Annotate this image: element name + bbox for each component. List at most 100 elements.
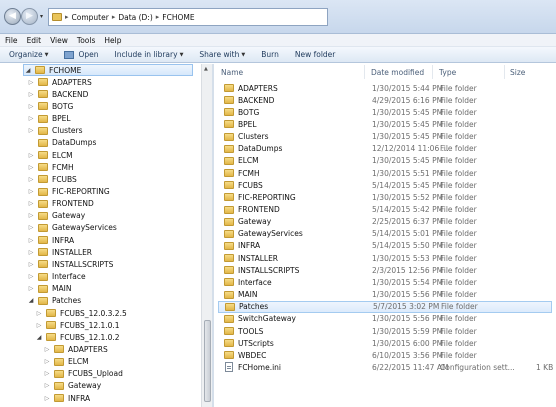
expand-arrow-icon[interactable]: ▷ (27, 176, 35, 183)
collapse-arrow-icon[interactable]: ◢ (27, 297, 35, 304)
tree-item[interactable]: ▷ INSTALLER (27, 246, 92, 258)
file-row[interactable]: MAIN 1/30/2015 5:56 PM File folder (218, 289, 552, 301)
menu-file[interactable]: File (5, 36, 18, 45)
tree-item[interactable]: ▷ Interface (27, 271, 86, 283)
file-row[interactable]: ADAPTERS 1/30/2015 5:44 PM File folder (218, 82, 552, 94)
tree-item[interactable]: ▷ BOTG (27, 100, 74, 112)
expand-arrow-icon[interactable]: ▷ (27, 164, 35, 171)
column-header-size[interactable]: Size (510, 64, 525, 80)
expand-arrow-icon[interactable]: ▷ (43, 395, 51, 402)
expand-arrow-icon[interactable]: ▷ (27, 261, 35, 268)
forward-button[interactable]: ▶ (21, 8, 38, 25)
menu-edit[interactable]: Edit (27, 36, 42, 45)
file-row[interactable]: INSTALLER 1/30/2015 5:53 PM File folder (218, 252, 552, 264)
expand-arrow-icon[interactable]: ▷ (27, 224, 35, 231)
tree-item[interactable]: ▷ FCMH (27, 161, 74, 173)
expand-arrow-icon[interactable]: ▷ (27, 200, 35, 207)
breadcrumb-data-drive[interactable]: Data (D:) (118, 13, 152, 22)
column-separator[interactable] (364, 65, 365, 79)
recent-pages-dropdown-icon[interactable]: ▾ (40, 13, 43, 20)
column-separator[interactable] (504, 65, 505, 79)
chevron-right-icon[interactable]: ▸ (156, 13, 160, 21)
tree-item[interactable]: ▷ MAIN (27, 283, 72, 295)
expand-arrow-icon[interactable]: ▷ (27, 237, 35, 244)
file-row[interactable]: Interface 1/30/2015 5:54 PM File folder (218, 276, 552, 288)
file-row[interactable]: INFRA 5/14/2015 5:50 PM File folder (218, 240, 552, 252)
tree-item[interactable]: ▷ Gateway (43, 380, 101, 392)
breadcrumb-computer[interactable]: Computer (72, 13, 109, 22)
file-row[interactable]: TOOLS 1/30/2015 5:59 PM File folder (218, 325, 552, 337)
tree-item[interactable]: ▷ FCUBS_Upload (43, 368, 123, 380)
share-with-button[interactable]: Share with ▼ (199, 50, 245, 59)
expand-arrow-icon[interactable]: ▷ (35, 310, 43, 317)
tree-item[interactable]: ▷ GatewayServices (27, 222, 117, 234)
expand-arrow-icon[interactable]: ▷ (43, 370, 51, 377)
tree-item[interactable]: ▷ Gateway (27, 210, 85, 222)
column-header-type[interactable]: Type (439, 64, 456, 80)
file-row[interactable]: FRONTEND 5/14/2015 5:42 PM File folder (218, 204, 552, 216)
file-row[interactable]: Patches 5/7/2015 3:02 PM File folder (218, 300, 552, 313)
tree-item[interactable]: ▷ INSTALLSCRIPTS (27, 258, 114, 270)
tree-item[interactable]: ▷ BPEL (27, 113, 71, 125)
column-header-date[interactable]: Date modified (371, 64, 424, 80)
file-row[interactable]: WBDEC 6/10/2015 3:56 PM File folder (218, 349, 552, 361)
breadcrumb-fchome[interactable]: FCHOME (162, 13, 194, 22)
file-row[interactable]: GatewayServices 5/14/2015 5:01 PM File fol… (218, 228, 552, 240)
scrollbar-thumb[interactable] (204, 320, 211, 402)
file-row[interactable]: BACKEND 4/29/2015 6:16 PM File folder (218, 94, 552, 106)
file-row[interactable]: UTScripts 1/30/2015 6:00 PM File folder (218, 337, 552, 349)
expand-arrow-icon[interactable]: ▷ (27, 91, 35, 98)
file-row[interactable]: SwitchGateway 1/30/2015 5:56 PM File folde… (218, 313, 552, 325)
file-row[interactable]: Clusters 1/30/2015 5:45 PM File folder (218, 131, 552, 143)
tree-item[interactable]: ▷ BACKEND (27, 88, 89, 100)
tree-item[interactable]: ▷ FRONTEND (27, 198, 94, 210)
collapse-arrow-icon[interactable]: ◢ (35, 334, 43, 341)
tree-item[interactable]: DataDumps (27, 137, 96, 149)
file-row[interactable]: Gateway 2/25/2015 6:37 PM File folder (218, 216, 552, 228)
file-row[interactable]: BPEL 1/30/2015 5:45 PM File folder (218, 118, 552, 130)
tree-scrollbar[interactable]: ▲ (201, 64, 212, 407)
file-row[interactable]: DataDumps 12/12/2014 11:06 ... File folder (218, 143, 552, 155)
new-folder-button[interactable]: New folder (295, 50, 336, 59)
tree-item[interactable]: ▷ INFRA (27, 234, 75, 246)
tree-item[interactable]: ▷ ELCM (27, 149, 73, 161)
expand-arrow-icon[interactable]: ▷ (43, 382, 51, 389)
back-button[interactable]: ◀ (4, 8, 21, 25)
expand-arrow-icon[interactable]: ▷ (27, 115, 35, 122)
scroll-up-icon[interactable]: ▲ (204, 66, 208, 72)
menu-view[interactable]: View (50, 36, 68, 45)
tree-item[interactable]: ▷ ADAPTERS (27, 76, 92, 88)
tree-item[interactable]: ▷ INFRA (43, 392, 91, 404)
file-row[interactable]: FCUBS 5/14/2015 5:45 PM File folder (218, 179, 552, 191)
expand-arrow-icon[interactable]: ▷ (27, 103, 35, 110)
tree-item[interactable]: ▷ FCUBS_12.1.0.1 (35, 319, 120, 331)
expand-arrow-icon[interactable]: ▷ (27, 212, 35, 219)
expand-arrow-icon[interactable]: ▷ (27, 152, 35, 159)
menu-tools[interactable]: Tools (77, 36, 95, 45)
expand-arrow-icon[interactable]: ▷ (27, 127, 35, 134)
tree-item[interactable]: ◢ Patches (27, 295, 81, 307)
expand-arrow-icon[interactable]: ▷ (27, 249, 35, 256)
file-row[interactable]: FCMH 1/30/2015 5:51 PM File folder (218, 167, 552, 179)
expand-arrow-icon[interactable]: ▷ (27, 79, 35, 86)
collapse-arrow-icon[interactable]: ◢ (24, 67, 32, 74)
column-header-name[interactable]: Name ⌃ (221, 64, 361, 80)
expand-arrow-icon[interactable]: ▷ (43, 358, 51, 365)
tree-item[interactable]: ▷ ADAPTERS (43, 343, 108, 355)
expand-arrow-icon[interactable]: ▷ (35, 322, 43, 329)
tree-item[interactable]: ▷ ELCM (43, 356, 89, 368)
open-button[interactable]: Open (64, 50, 99, 59)
tree-item[interactable]: ▷ FCUBS_12.0.3.2.5 (35, 307, 127, 319)
chevron-right-icon[interactable]: ▸ (112, 13, 116, 21)
include-in-library-button[interactable]: Include in library ▼ (115, 50, 184, 59)
address-field[interactable]: ▸ Computer ▸ Data (D:) ▸ FCHOME (48, 8, 328, 26)
organize-button[interactable]: Organize ▼ (9, 50, 48, 59)
burn-button[interactable]: Burn (261, 50, 279, 59)
file-row[interactable]: FCHome.ini 6/22/2015 11:47 AM Configuratio… (218, 361, 553, 373)
expand-arrow-icon[interactable]: ▷ (43, 346, 51, 353)
tree-item[interactable]: ▷ Clusters (27, 125, 83, 137)
column-separator[interactable] (432, 65, 433, 79)
expand-arrow-icon[interactable]: ▷ (27, 188, 35, 195)
tree-item[interactable]: ◢ FCHOME (23, 64, 193, 76)
tree-item[interactable]: ▷ FIC-REPORTING (27, 186, 110, 198)
